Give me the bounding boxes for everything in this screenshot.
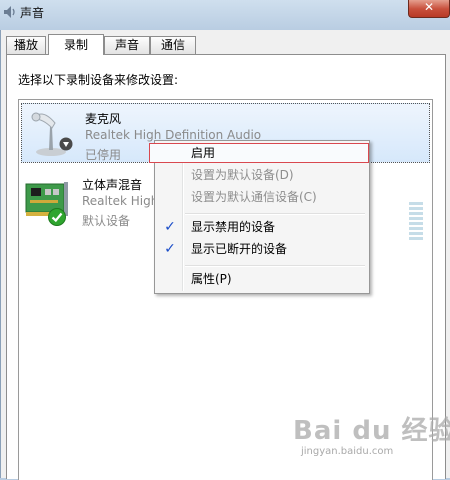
close-icon: ✕ (423, 0, 435, 14)
check-icon: ✓ (164, 241, 176, 257)
menu-item-label: 属性(P) (191, 272, 232, 286)
menu-item-label: 显示已断开的设备 (191, 242, 288, 256)
tab-sounds[interactable]: 声音 (104, 36, 150, 54)
menu-separator (185, 213, 365, 215)
menu-item-properties[interactable]: 属性(P) (157, 269, 365, 289)
watermark-logo: Bai du 经验 (293, 416, 450, 446)
check-icon: ✓ (164, 219, 176, 235)
menu-item-label: 设置为默认通信设备(C) (191, 190, 317, 204)
disabled-arrow-icon (59, 137, 73, 151)
window-title: 声音 (20, 6, 45, 20)
title-bar: 声音 ✕ (0, 0, 450, 30)
microphone-icon (31, 112, 66, 156)
menu-item-set-default[interactable]: 设置为默认设备(D) (157, 165, 365, 185)
menu-item-show-disabled[interactable]: ✓ 显示禁用的设备 (157, 217, 365, 237)
device-name: 立体声混音 (82, 178, 143, 192)
device-status: 默认设备 (82, 214, 131, 228)
tab-playback[interactable]: 播放 (6, 36, 46, 54)
close-button[interactable]: ✕ (408, 0, 450, 18)
speaker-icon (4, 6, 15, 18)
menu-item-label: 显示禁用的设备 (191, 220, 276, 234)
menu-item-set-default-communication[interactable]: 设置为默认通信设备(C) (157, 187, 365, 207)
device-name: 麦克风 (85, 112, 122, 126)
menu-item-show-disconnected[interactable]: ✓ 显示已断开的设备 (157, 239, 365, 259)
tab-recording[interactable]: 录制 (48, 34, 104, 55)
context-menu: 启用 设置为默认设备(D) 设置为默认通信设备(C) ✓ 显示禁用的设备 ✓ 显… (149, 140, 370, 294)
menu-item-label: 启用 (191, 146, 216, 160)
menu-item-label: 设置为默认设备(D) (191, 168, 294, 182)
menu-separator (185, 265, 365, 267)
default-check-icon (48, 208, 66, 226)
menu-item-enable[interactable]: 启用 (149, 143, 369, 163)
tab-communications[interactable]: 通信 (150, 36, 196, 54)
instruction-text: 选择以下录制设备来修改设置: (18, 73, 179, 87)
watermark-url: jingyan.baidu.com (301, 446, 394, 457)
menu-item-highlight (149, 143, 369, 163)
device-description: Realtek High (82, 194, 159, 208)
level-meter (409, 202, 423, 240)
device-status: 已停用 (85, 148, 122, 162)
